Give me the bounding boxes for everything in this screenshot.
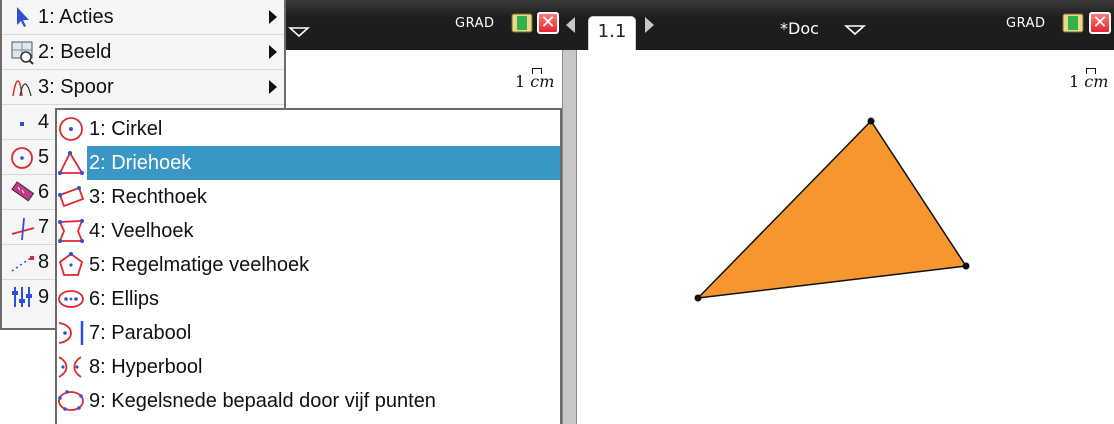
submenu-item-label: 2: Driehoek	[89, 152, 192, 174]
menu-item-label: 9	[38, 286, 50, 308]
submenu-item-parabool[interactable]: 7: Parabool	[57, 316, 560, 350]
document-title[interactable]: *Doc	[780, 19, 819, 38]
next-page-icon[interactable]	[645, 17, 654, 33]
transform-icon	[11, 256, 34, 272]
menu-item-spoor[interactable]: 3: Spoor	[2, 70, 284, 104]
menu-item-label: 4	[38, 111, 50, 133]
triangle-icon	[58, 151, 84, 175]
construction-icon	[11, 217, 35, 240]
geometry-canvas[interactable]	[577, 50, 1114, 424]
previous-page-icon[interactable]	[566, 17, 575, 33]
submenu-item-label: 9: Kegelsnede bepaald door vijf punten	[89, 390, 436, 412]
menu-item-label: 2: Beeld	[38, 41, 112, 63]
triangle-shape[interactable]	[695, 119, 968, 299]
conic-five-points-icon	[58, 390, 84, 411]
menu-item-label: 1: Acties	[38, 6, 114, 28]
submenu-item-rechthoek[interactable]: 3: Rechthoek	[57, 180, 560, 214]
parabola-icon	[58, 321, 84, 345]
close-icon[interactable]: ✕	[537, 12, 559, 34]
menu-item-acties[interactable]: 1: Acties	[2, 0, 284, 34]
point-icon	[20, 122, 24, 126]
left-doc-chevron-icon[interactable]	[288, 26, 310, 38]
submenu-item-regelmatige-veelhoek[interactable]: 5: Regelmatige veelhoek	[57, 248, 560, 282]
circle-icon	[59, 117, 83, 141]
settings-sliders-icon	[12, 287, 32, 307]
arrow-pointer-icon	[17, 7, 29, 27]
submenu-item-label: 5: Regelmatige veelhoek	[89, 254, 310, 276]
menu-item-label: 3: Spoor	[38, 76, 114, 98]
regular-polygon-icon	[58, 252, 84, 276]
submenu-item-label: 6: Ellips	[89, 288, 160, 310]
measure-icon	[11, 181, 35, 202]
menu-item-label: 5	[38, 146, 50, 168]
polygon-icon	[58, 219, 84, 243]
shapes-submenu: 1: Cirkel 2: Driehoek 3: Rechthoek 4: Ve…	[55, 108, 562, 424]
scale-unit: cm	[530, 72, 555, 91]
split-divider[interactable]	[562, 50, 577, 424]
battery-icon-right	[1062, 13, 1084, 33]
circle-icon	[11, 147, 33, 169]
submenu-item-hyperbool[interactable]: 8: Hyperbool	[57, 350, 560, 384]
menu-item-label: 8	[38, 251, 50, 273]
triangle-vertex-left[interactable]	[694, 294, 702, 302]
submenu-item-label: 8: Hyperbool	[89, 356, 203, 378]
submenu-item-cirkel[interactable]: 1: Cirkel	[57, 112, 560, 146]
rectangle-icon	[58, 186, 85, 208]
triangle-vertex-right[interactable]	[962, 262, 970, 270]
scale-indicator-left: 1 cm	[515, 68, 555, 91]
triangle-vertex-top[interactable]	[867, 117, 875, 125]
angle-mode-label-right: GRAD	[1006, 16, 1046, 31]
submenu-item-ellips[interactable]: 6: Ellips	[57, 282, 560, 316]
scale-bar	[532, 68, 542, 74]
submenu-item-driehoek[interactable]: 2: Driehoek	[58, 146, 560, 180]
document-menu-chevron-icon[interactable]	[844, 24, 866, 36]
battery-icon	[511, 13, 533, 33]
hyperbola-icon	[58, 356, 82, 378]
submenu-arrow-icon	[269, 45, 277, 59]
angle-mode-label: GRAD	[455, 16, 495, 31]
menu-item-beeld[interactable]: 2: Beeld	[2, 35, 284, 69]
view-icon	[11, 41, 34, 65]
submenu-item-label: 1: Cirkel	[89, 118, 163, 140]
menu-item-label: 7	[38, 216, 50, 238]
close-icon-right[interactable]: ✕	[1089, 12, 1111, 34]
submenu-item-label: 3: Rechthoek	[89, 186, 207, 208]
ellipse-icon	[58, 290, 84, 308]
tab-page[interactable]: 1.1	[588, 16, 636, 54]
submenu-item-label: 7: Parabool	[89, 322, 192, 344]
right-graph-panel[interactable]: 1 cm	[577, 50, 1114, 424]
submenu-item-label: 4: Veelhoek	[89, 220, 194, 242]
submenu-arrow-icon	[269, 10, 277, 24]
trace-icon	[12, 80, 32, 97]
submenu-arrow-icon	[269, 80, 277, 94]
menu-item-label: 6	[38, 181, 50, 203]
submenu-item-veelhoek[interactable]: 4: Veelhoek	[57, 214, 560, 248]
scale-number: 1	[515, 72, 526, 91]
submenu-item-kegelsnede[interactable]: 9: Kegelsnede bepaald door vijf punten	[57, 384, 560, 418]
